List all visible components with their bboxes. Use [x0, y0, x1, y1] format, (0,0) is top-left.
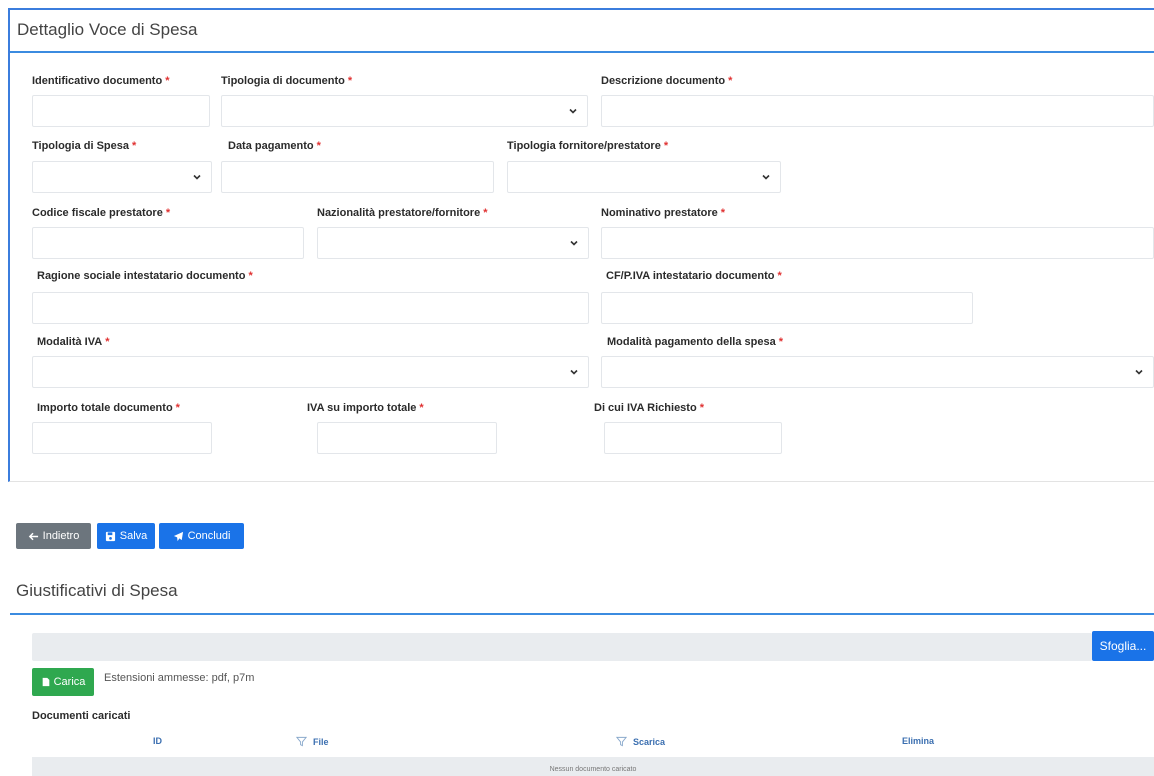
arrow-left-icon — [28, 532, 38, 540]
chevron-down-icon — [1135, 369, 1143, 375]
label-modalita-pagamento: Modalità pagamento della spesa * — [607, 336, 783, 348]
importo-totale-input[interactable] — [32, 422, 212, 454]
label-codice-fiscale: Codice fiscale prestatore * — [32, 207, 171, 219]
paper-plane-icon — [173, 531, 183, 541]
label-id-documento: Identificativo documento * — [32, 75, 170, 87]
title-divider — [10, 51, 1154, 53]
chevron-down-icon — [569, 108, 577, 114]
modalita-iva-select[interactable] — [32, 356, 589, 388]
column-header-file[interactable]: File — [296, 736, 329, 747]
chevron-down-icon — [193, 174, 201, 180]
upload-button-label: Carica — [53, 676, 86, 688]
table-empty-row: Nessun documento caricato — [32, 757, 1154, 776]
column-header-elimina[interactable]: Elimina — [902, 736, 934, 746]
label-tipologia-documento: Tipologia di documento * — [221, 75, 353, 87]
descrizione-documento-input[interactable] — [601, 95, 1154, 127]
uploaded-documents-label: Documenti caricati — [32, 710, 131, 722]
cf-piva-input[interactable] — [601, 292, 973, 324]
save-button[interactable]: Salva — [97, 523, 155, 549]
label-tipologia-fornitore: Tipologia fornitore/prestatore * — [507, 140, 669, 152]
filter-icon[interactable] — [616, 736, 627, 747]
column-header-id[interactable]: ID — [153, 736, 162, 746]
nominativo-input[interactable] — [601, 227, 1154, 259]
label-importo-totale: Importo totale documento * — [37, 402, 180, 414]
save-button-label: Salva — [119, 530, 148, 542]
conclude-button[interactable]: Concludi — [159, 523, 244, 549]
file-input[interactable] — [32, 633, 1092, 661]
data-pagamento-input[interactable] — [221, 161, 494, 193]
column-header-scarica[interactable]: Scarica — [616, 736, 665, 747]
file-icon — [42, 677, 49, 687]
label-cf-piva: CF/P.IVA intestatario documento * — [606, 270, 782, 282]
browse-button[interactable]: Sfoglia... — [1092, 631, 1154, 661]
id-documento-input[interactable] — [32, 95, 210, 127]
label-ragione-sociale: Ragione sociale intestatario documento * — [37, 270, 253, 282]
tipologia-spesa-select[interactable] — [32, 161, 212, 193]
label-iva-importo: IVA su importo totale * — [307, 402, 424, 414]
chevron-down-icon — [570, 369, 578, 375]
page-title: Dettaglio Voce di Spesa — [17, 20, 198, 39]
label-descrizione-documento: Descrizione documento * — [601, 75, 733, 87]
floppy-disk-icon — [105, 531, 115, 541]
label-nazionalita: Nazionalità prestatore/fornitore * — [317, 207, 488, 219]
chevron-down-icon — [570, 240, 578, 246]
conclude-button-label: Concludi — [187, 530, 231, 542]
codice-fiscale-input[interactable] — [32, 227, 304, 259]
empty-table-message: Nessun documento caricato — [549, 766, 637, 773]
section-divider — [10, 613, 1154, 615]
back-button[interactable]: Indietro — [16, 523, 91, 549]
iva-richiesto-input[interactable] — [604, 422, 782, 454]
back-button-label: Indietro — [42, 530, 80, 542]
chevron-down-icon — [762, 174, 770, 180]
iva-importo-input[interactable] — [317, 422, 497, 454]
allowed-extensions-text: Estensioni ammesse: pdf, p7m — [104, 672, 255, 684]
modalita-pagamento-select[interactable] — [601, 356, 1154, 388]
tipologia-fornitore-select[interactable] — [507, 161, 781, 193]
upload-button[interactable]: Carica — [32, 668, 94, 696]
label-data-pagamento: Data pagamento * — [228, 140, 321, 152]
label-tipologia-spesa: Tipologia di Spesa * — [32, 140, 137, 152]
nazionalita-select[interactable] — [317, 227, 589, 259]
label-iva-richiesto: Di cui IVA Richiesto * — [594, 402, 704, 414]
label-modalita-iva: Modalità IVA * — [37, 336, 110, 348]
tipologia-documento-select[interactable] — [221, 95, 588, 127]
label-nominativo: Nominativo prestatore * — [601, 207, 726, 219]
ragione-sociale-input[interactable] — [32, 292, 589, 324]
filter-icon[interactable] — [296, 736, 307, 747]
section-title-giustificativi: Giustificativi di Spesa — [16, 581, 178, 600]
